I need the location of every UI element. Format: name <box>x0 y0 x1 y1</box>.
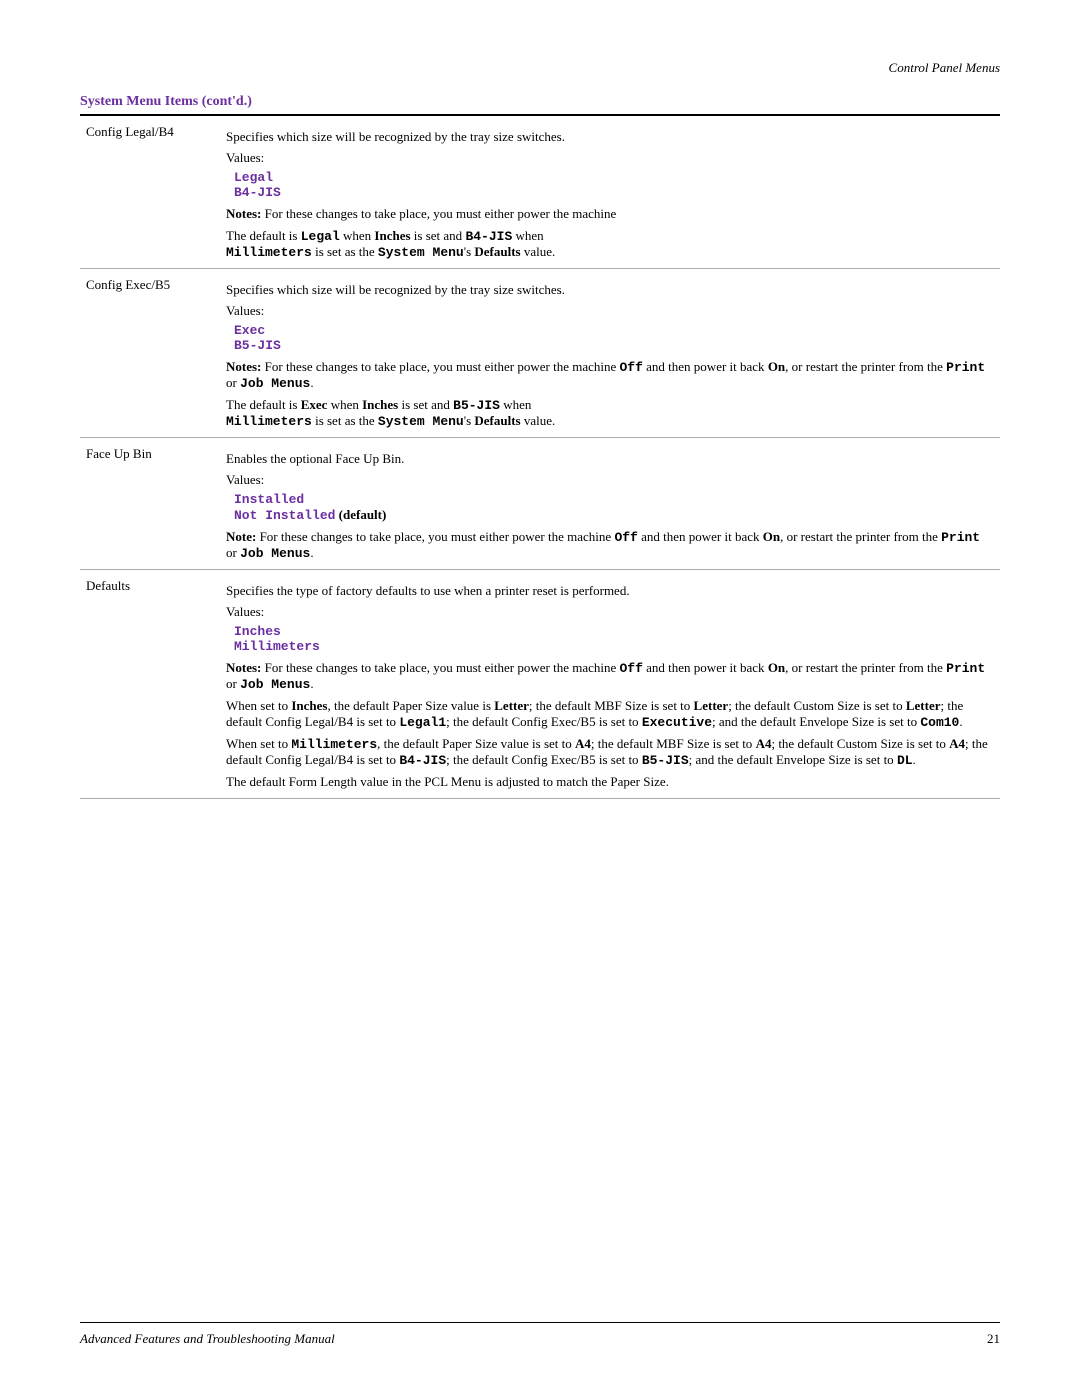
values-label: Values: <box>226 150 994 166</box>
note-paragraph: The default is Legal when Inches is set … <box>226 228 994 260</box>
header-title: Control Panel Menus <box>889 60 1000 75</box>
values-block: LegalB4-JIS <box>226 170 994 200</box>
row-description: Enables the optional Face Up Bin. <box>226 451 994 467</box>
row-description: Specifies which size will be recognized … <box>226 282 994 298</box>
values-label: Values: <box>226 604 994 620</box>
section-title: System Menu Items (cont'd.) <box>80 94 1000 110</box>
note-paragraph: When set to Inches, the default Paper Si… <box>226 698 994 730</box>
note-paragraph: Notes: For these changes to take place, … <box>226 359 994 391</box>
row-description: Specifies which size will be recognized … <box>226 129 994 145</box>
value-item: Not Installed (default) <box>234 507 994 523</box>
note-paragraph: Note: For these changes to take place, y… <box>226 529 994 561</box>
page-header: Control Panel Menus <box>80 60 1000 76</box>
main-table: Config Legal/B4 Specifies which size will… <box>80 116 1000 799</box>
note-paragraph: The default Form Length value in the PCL… <box>226 774 994 790</box>
row-content: Specifies which size will be recognized … <box>220 116 1000 269</box>
value-item: B4-JIS <box>234 185 994 200</box>
value-item: Exec <box>234 323 994 338</box>
footer-left: Advanced Features and Troubleshooting Ma… <box>80 1331 335 1347</box>
value-item: Legal <box>234 170 994 185</box>
table-row: Config Legal/B4 Specifies which size will… <box>80 116 1000 269</box>
values-block: InchesMillimeters <box>226 624 994 654</box>
table-row: Config Exec/B5 Specifies which size will … <box>80 269 1000 438</box>
values-block: ExecB5-JIS <box>226 323 994 353</box>
note-paragraph: Notes: For these changes to take place, … <box>226 660 994 692</box>
table-row: Defaults Specifies the type of factory de… <box>80 570 1000 799</box>
note-paragraph: Notes: For these changes to take place, … <box>226 206 994 222</box>
row-content: Specifies the type of factory defaults t… <box>220 570 1000 799</box>
footer-right: 21 <box>987 1331 1000 1347</box>
table-row: Face Up BinEnables the optional Face Up … <box>80 438 1000 570</box>
page: Control Panel Menus System Menu Items (c… <box>0 0 1080 1397</box>
row-label: Config Exec/B5 <box>80 269 220 438</box>
note-paragraph: When set to Millimeters, the default Pap… <box>226 736 994 768</box>
row-label: Defaults <box>80 570 220 799</box>
values-label: Values: <box>226 472 994 488</box>
value-item: Installed <box>234 492 994 507</box>
value-item: Millimeters <box>234 639 994 654</box>
row-label: Config Legal/B4 <box>80 116 220 269</box>
row-content: Enables the optional Face Up Bin. Values:… <box>220 438 1000 570</box>
row-content: Specifies which size will be recognized … <box>220 269 1000 438</box>
note-paragraph: The default is Exec when Inches is set a… <box>226 397 994 429</box>
value-item: B5-JIS <box>234 338 994 353</box>
value-item: Inches <box>234 624 994 639</box>
footer: Advanced Features and Troubleshooting Ma… <box>80 1322 1000 1347</box>
values-label: Values: <box>226 303 994 319</box>
values-block: InstalledNot Installed (default) <box>226 492 994 523</box>
row-description: Specifies the type of factory defaults t… <box>226 583 994 599</box>
row-label: Face Up Bin <box>80 438 220 570</box>
